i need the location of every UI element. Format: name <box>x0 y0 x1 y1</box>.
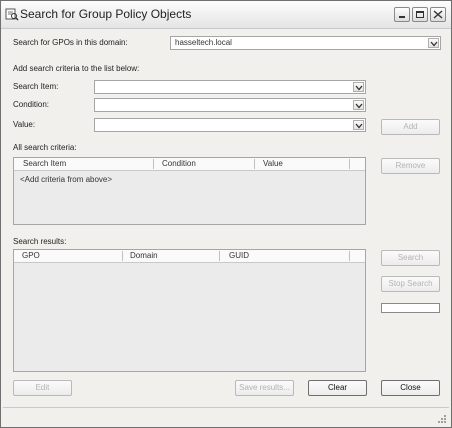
chevron-down-icon <box>353 100 364 110</box>
chevron-down-icon <box>428 38 439 48</box>
remove-button[interactable]: Remove <box>381 158 440 174</box>
value-label: Value: <box>13 120 36 129</box>
edit-button[interactable]: Edit <box>13 380 72 396</box>
stop-search-button[interactable]: Stop Search <box>381 276 440 292</box>
minimize-icon <box>399 16 405 18</box>
search-progress-bar <box>381 303 440 313</box>
domain-label: Search for GPOs in this domain: <box>13 38 128 47</box>
condition-label: Condition: <box>13 100 50 109</box>
column-divider <box>254 159 255 169</box>
status-bar <box>3 407 449 426</box>
resize-grip-icon[interactable] <box>437 414 447 424</box>
column-header-gpo[interactable]: GPO <box>22 251 40 260</box>
clear-button[interactable]: Clear <box>308 380 367 396</box>
minimize-button[interactable] <box>394 7 410 22</box>
chevron-down-icon <box>353 82 364 92</box>
all-criteria-label: All search criteria: <box>13 143 77 152</box>
column-header-guid[interactable]: GUID <box>229 251 249 260</box>
maximize-button[interactable] <box>412 7 428 22</box>
criteria-list-header: Search Item Condition Value <box>14 158 365 171</box>
column-divider <box>219 251 220 261</box>
chevron-down-icon <box>353 120 364 130</box>
save-results-button[interactable]: Save results... <box>235 380 294 396</box>
close-icon <box>433 10 443 19</box>
column-divider <box>349 159 350 169</box>
column-header-value[interactable]: Value <box>263 159 283 168</box>
close-window-button[interactable] <box>430 7 446 22</box>
close-button[interactable]: Close <box>381 380 440 396</box>
search-results-label: Search results: <box>13 237 67 246</box>
column-divider <box>153 159 154 169</box>
search-button[interactable]: Search <box>381 250 440 266</box>
search-item-label: Search Item: <box>13 82 59 91</box>
criteria-placeholder-row: <Add criteria from above> <box>20 175 113 184</box>
value-select[interactable] <box>94 118 366 132</box>
domain-select[interactable]: hasseltech.local <box>170 36 441 50</box>
add-button[interactable]: Add <box>381 119 440 135</box>
maximize-icon <box>416 11 424 18</box>
window-title: Search for Group Policy Objects <box>20 7 192 21</box>
criteria-list[interactable]: Search Item Condition Value <Add criteri… <box>13 157 366 225</box>
criteria-intro: Add search criteria to the list below: <box>13 64 140 73</box>
search-gpo-window: Search for Group Policy Objects Search f… <box>0 0 452 428</box>
column-divider <box>349 251 350 261</box>
search-item-select[interactable] <box>94 80 366 94</box>
title-bar[interactable]: Search for Group Policy Objects <box>1 1 451 29</box>
domain-value: hasseltech.local <box>175 38 232 47</box>
search-gpo-icon <box>5 7 19 21</box>
condition-select[interactable] <box>94 98 366 112</box>
column-header-domain[interactable]: Domain <box>130 251 158 260</box>
results-list[interactable]: GPO Domain GUID <box>13 249 366 372</box>
column-header-search-item[interactable]: Search Item <box>23 159 66 168</box>
results-list-header: GPO Domain GUID <box>14 250 365 263</box>
column-header-condition[interactable]: Condition <box>162 159 196 168</box>
column-divider <box>122 251 123 261</box>
